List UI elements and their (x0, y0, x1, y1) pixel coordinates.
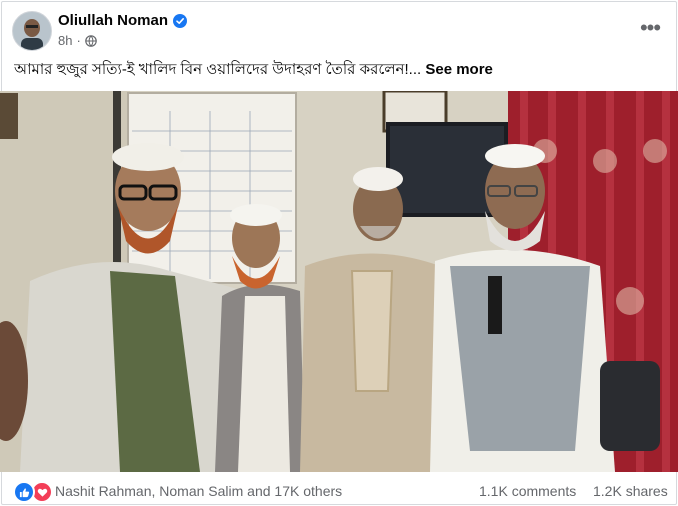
author-avatar[interactable] (12, 11, 52, 51)
post-time[interactable]: 8h (58, 33, 72, 48)
comments-count[interactable]: 1.1K comments (479, 483, 576, 499)
group-photo-illustration (0, 91, 678, 472)
meta-separator: · (76, 33, 81, 48)
reaction-icons[interactable] (13, 481, 53, 503)
globe-icon[interactable] (85, 34, 97, 47)
shares-count[interactable]: 1.2K shares (593, 483, 668, 499)
like-icon (13, 481, 35, 503)
author-name-row: Oliullah Noman (58, 12, 188, 29)
post-photo[interactable] (0, 91, 678, 472)
avatar-image (13, 12, 51, 50)
post-caption: আমার হুজুর সত্যি-ই খালিদ বিন ওয়ালিদের উ… (14, 60, 664, 80)
post-meta: 8h · (58, 33, 97, 48)
verified-badge-icon (173, 13, 188, 28)
reactors-summary[interactable]: Nashit Rahman, Noman Salim and 17K other… (55, 483, 342, 499)
caption-text: আমার হুজুর সত্যি-ই খালিদ বিন ওয়ালিদের উ… (14, 61, 422, 78)
see-more-link[interactable]: See more (425, 61, 493, 78)
more-options-icon[interactable]: ••• (636, 17, 664, 39)
author-name[interactable]: Oliullah Noman (58, 12, 168, 29)
post-footer: Nashit Rahman, Noman Salim and 17K other… (0, 472, 678, 506)
